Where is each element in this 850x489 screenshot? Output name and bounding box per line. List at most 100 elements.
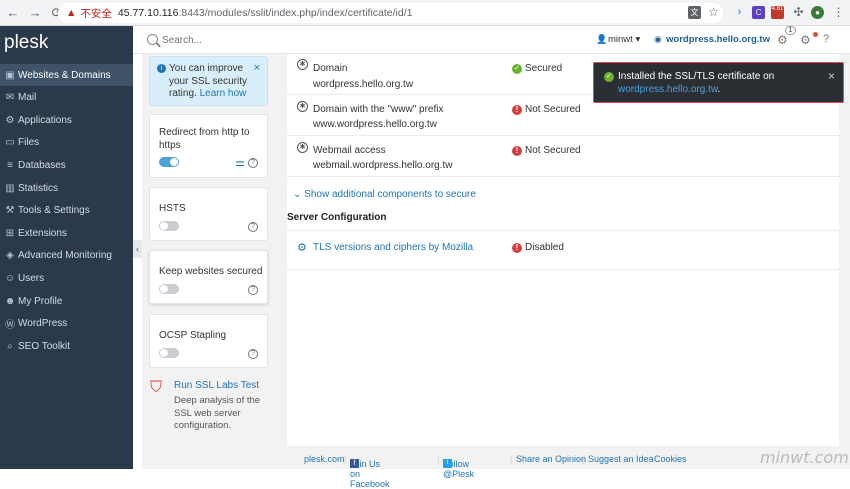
puzzle-icon[interactable]: ✣ <box>792 6 805 19</box>
help-icon[interactable]: ? <box>823 33 829 45</box>
sidebar-item-websites-domains[interactable]: ▣ Websites & Domains <box>0 64 133 86</box>
help-icon[interactable]: ? <box>248 158 258 168</box>
footer-link-idea[interactable]: Suggest an Idea <box>588 454 654 464</box>
component-status: ! Not Secured <box>512 104 581 115</box>
component-status: ✓ Secured <box>512 63 562 74</box>
hsts-toggle[interactable] <box>159 221 179 231</box>
sidebar-item-users[interactable]: ☺ Users <box>0 267 133 289</box>
mail-icon: ✉ <box>5 92 15 104</box>
sidebar-item-seo-toolkit[interactable]: ⌕ SEO Toolkit <box>0 335 133 357</box>
database-icon: ≡ <box>7 159 13 171</box>
component-status-text: Not Secured <box>525 145 581 156</box>
extension-c-icon[interactable]: C <box>752 6 765 19</box>
sidebar-item-tools-settings[interactable]: ⚒ Tools & Settings <box>0 200 133 222</box>
sidebar-item-mail[interactable]: ✉ Mail <box>0 87 133 109</box>
main-content: i You can improve your SSL security rati… <box>142 54 850 469</box>
chevron-down-icon: ⌄ <box>293 189 302 200</box>
ssl-labs-link[interactable]: Run SSL Labs Test <box>174 380 259 391</box>
hsts-card: HSTS ? <box>149 187 268 241</box>
close-icon[interactable]: × <box>254 62 260 74</box>
keep-secured-label: Keep websites secured <box>159 266 263 277</box>
server-config-row: ⚙ TLS versions and ciphers by Mozilla ! D… <box>287 230 839 270</box>
search-input[interactable] <box>162 32 362 48</box>
sidebar-item-files[interactable]: ▭ Files <box>0 132 133 154</box>
extensions-icon: ⊞ <box>5 227 15 239</box>
close-icon[interactable]: × <box>828 69 835 83</box>
show-more-link[interactable]: ⌄ Show additional components to secure <box>293 189 476 200</box>
forward-icon[interactable]: → <box>26 5 44 20</box>
component-status: ! Not Secured <box>512 145 581 156</box>
globe-icon: ✱ <box>297 59 308 70</box>
footer-divider: | <box>582 454 585 464</box>
watermark: minwt.com <box>760 448 849 467</box>
help-icon[interactable]: ? <box>248 222 258 232</box>
ocsp-card: OCSP Stapling ? <box>149 314 268 368</box>
tls-status: ! Disabled <box>512 242 564 253</box>
domain-icon: ◉ <box>654 34 662 44</box>
plesk-logo[interactable]: plesk <box>4 32 48 54</box>
updates-badge: 1 <box>785 26 796 35</box>
sidebar-item-wordpress[interactable]: Ⓦ WordPress <box>0 313 133 335</box>
extension-badge-icon[interactable]: 4.61 <box>771 6 784 19</box>
sidebar-item-statistics[interactable]: ▥ Statistics <box>0 177 133 199</box>
monitoring-icon: ◈ <box>6 250 14 262</box>
collapse-sidebar-icon[interactable]: ‹ <box>133 240 142 258</box>
help-icon[interactable]: ? <box>248 285 258 295</box>
menu-icon[interactable]: ⋮ <box>832 6 845 19</box>
user-menu[interactable]: minwt ▾ <box>608 34 640 45</box>
ssl-labs-description: Deep analysis of the SSL web server conf… <box>174 395 261 431</box>
tls-settings-link[interactable]: TLS versions and ciphers by Mozilla <box>313 242 473 253</box>
seo-icon: ⌕ <box>7 340 13 352</box>
ocsp-toggle[interactable] <box>159 348 179 358</box>
toast-text: Installed the SSL/TLS certificate on <box>618 71 775 82</box>
keep-secured-toggle[interactable] <box>159 284 179 294</box>
avatar[interactable]: ● <box>811 6 824 19</box>
sidebar-item-my-profile[interactable]: ☻ My Profile <box>0 290 133 312</box>
star-icon[interactable]: ☆ <box>707 6 720 19</box>
sidebar-item-applications[interactable]: ⚙ Applications <box>0 109 133 131</box>
sidebar-item-label: Users <box>18 272 45 284</box>
sidebar-item-label: Advanced Monitoring <box>18 250 112 262</box>
top-header: 👤 minwt ▾ ◉ wordpress.hello.org.tw ⚙ 1 ⚙… <box>133 26 850 54</box>
redirect-toggle[interactable] <box>159 157 179 167</box>
toast-period: . <box>717 84 721 95</box>
notifications-icon[interactable]: ⚙ <box>800 33 811 47</box>
footer-link-cookies[interactable]: Cookies <box>654 454 687 464</box>
footer-divider: | <box>437 454 440 464</box>
footer-link-opinion[interactable]: Share an Opinion <box>516 454 586 464</box>
sidebar-item-advanced-monitoring[interactable]: ◈ Advanced Monitoring <box>0 245 133 267</box>
component-status-text: Secured <box>525 63 563 74</box>
hsts-label: HSTS <box>159 203 186 214</box>
check-icon: ✓ <box>512 63 522 74</box>
component-title: Domain <box>313 63 348 74</box>
footer-link-plesk[interactable]: plesk.com <box>304 454 345 464</box>
footer-divider: | <box>344 454 347 464</box>
component-status-text: Not Secured <box>525 104 581 115</box>
sidebar-item-extensions[interactable]: ⊞ Extensions <box>0 222 133 244</box>
sidebar-item-databases[interactable]: ≡ Databases <box>0 154 133 176</box>
extension-arrow-icon[interactable]: › <box>733 6 746 19</box>
error-icon: ! <box>512 104 522 115</box>
address-bar[interactable]: ▲ 不安全 45.77.10.116:8443/modules/sslit/in… <box>58 3 723 23</box>
settings-icon: ⚙ <box>297 242 307 254</box>
component-domain: webmail.wordpress.hello.org.tw <box>313 160 453 171</box>
applications-icon: ⚙ <box>5 114 15 126</box>
translate-icon[interactable]: 文 <box>688 6 701 19</box>
sidebar-item-label: Databases <box>18 159 66 171</box>
updates-icon[interactable]: ⚙ <box>777 33 788 47</box>
help-icon[interactable]: ? <box>248 349 258 359</box>
back-icon[interactable]: ← <box>4 5 22 20</box>
sliders-icon[interactable]: ⚌ <box>235 156 245 169</box>
ssl-labs-icon: ⛉ <box>150 379 163 396</box>
redirect-card: Redirect from http to https ⚌ ? <box>149 114 268 178</box>
domain-link[interactable]: wordpress.hello.org.tw <box>666 34 770 45</box>
toast-domain-link[interactable]: wordpress.hello.org.tw <box>618 84 718 95</box>
user-name: minwt <box>608 34 633 45</box>
sidebar: plesk ▣ Websites & Domains ✉ Mail ⚙ Applicati… <box>0 26 133 469</box>
extension-badge: 4.61 <box>771 6 784 12</box>
component-domain: www.wordpress.hello.org.tw <box>313 119 437 130</box>
globe-icon: ✱ <box>297 142 308 153</box>
error-icon: ! <box>512 145 522 156</box>
learn-how-link[interactable]: Learn how <box>200 88 247 99</box>
footer-divider: | <box>648 454 651 464</box>
